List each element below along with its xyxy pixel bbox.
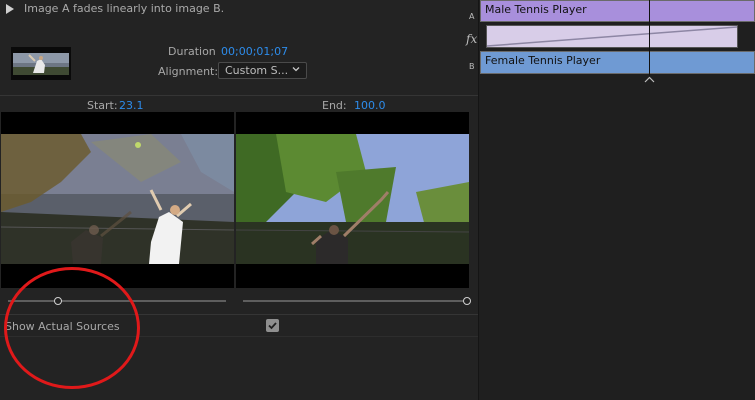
transition-description: Image A fades linearly into image B.: [24, 2, 225, 15]
duration-value[interactable]: 00;00;01;07: [221, 45, 288, 58]
fade-ramp-icon: [487, 26, 737, 47]
chevron-down-icon: [292, 67, 300, 72]
alignment-dropdown[interactable]: Custom S...: [218, 62, 307, 79]
clip-a[interactable]: Male Tennis Player: [480, 0, 755, 22]
playhead-icon[interactable]: [644, 76, 655, 83]
annotation-circle: [4, 267, 140, 389]
start-value[interactable]: 23.1: [119, 99, 144, 112]
transition-timeline: A fx B Male Tennis Player Female Tennis …: [466, 0, 755, 400]
track-b-label: B: [469, 62, 475, 71]
start-preview: [1, 112, 234, 288]
end-slider[interactable]: [243, 300, 467, 302]
playhead-line[interactable]: [649, 0, 650, 78]
checkmark-icon: [268, 322, 277, 330]
track-a-label: A: [469, 12, 475, 21]
end-slider-handle[interactable]: [463, 297, 471, 305]
clip-a-name: Male Tennis Player: [485, 3, 587, 16]
fx-icon: fx: [466, 32, 478, 46]
divider: [0, 95, 478, 96]
end-preview: [236, 112, 469, 288]
duration-label: Duration: [168, 45, 216, 58]
alignment-label: Alignment:: [158, 65, 219, 78]
alignment-value: Custom S...: [225, 64, 289, 77]
transition-bar[interactable]: [486, 25, 738, 48]
play-icon[interactable]: [6, 4, 14, 14]
transition-thumbnail: [11, 47, 71, 80]
end-label: End:: [322, 99, 347, 112]
end-value[interactable]: 100.0: [354, 99, 386, 112]
start-label: Start:: [87, 99, 118, 112]
show-actual-sources-checkbox[interactable]: [266, 319, 279, 332]
clip-b-name: Female Tennis Player: [485, 54, 601, 67]
clip-b[interactable]: Female Tennis Player: [480, 51, 755, 74]
